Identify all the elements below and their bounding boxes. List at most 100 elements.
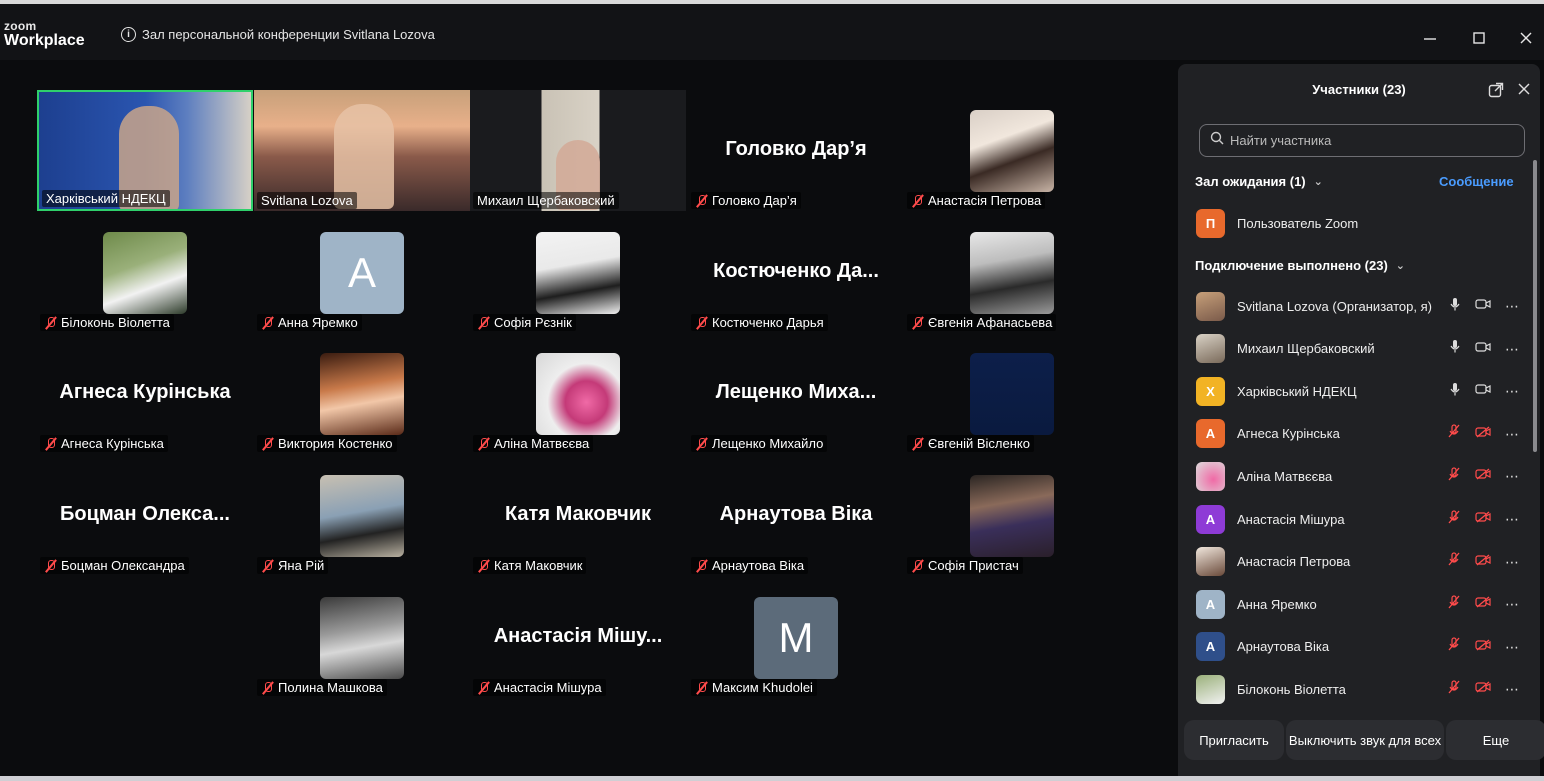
participant-tile[interactable]: Агнеса Курінська Агнеса Курінська: [37, 333, 253, 454]
name-tag: Катя Маковчик: [473, 557, 587, 574]
more-options-icon[interactable]: ⋯: [1505, 597, 1520, 611]
microphone-muted-icon[interactable]: [1447, 424, 1461, 443]
more-options-icon[interactable]: ⋯: [1505, 342, 1520, 356]
participant-tile[interactable]: Полина Машкова: [254, 577, 470, 698]
participant-tile[interactable]: Євгенія Афанасьева: [904, 212, 1120, 333]
participant-tile[interactable]: Софія Пристач: [904, 455, 1120, 576]
camera-off-icon[interactable]: [1475, 510, 1491, 528]
panel-close-icon[interactable]: [1516, 82, 1532, 98]
participant-tile[interactable]: Головко Дар’я Головко Дар’я: [688, 90, 904, 211]
camera-off-icon[interactable]: [1475, 425, 1491, 443]
camera-icon[interactable]: [1475, 340, 1491, 358]
participant-name: Катя Маковчик: [494, 558, 583, 573]
participant-row[interactable]: Михаил Щербаковский ⋯: [1196, 329, 1526, 369]
chevron-down-icon: ⌄: [1395, 260, 1406, 272]
waiting-user-row[interactable]: П Пользователь Zoom: [1196, 203, 1526, 243]
participant-tile[interactable]: Анастасія Петрова: [904, 90, 1120, 211]
connected-header[interactable]: Подключение выполнено (23) ⌄: [1195, 258, 1405, 273]
participant-controls: ⋯: [1447, 595, 1520, 614]
microphone-muted-icon[interactable]: [1447, 509, 1461, 529]
microphone-muted-icon[interactable]: [1447, 595, 1461, 614]
mic-muted-icon: [261, 681, 275, 695]
more-options-icon[interactable]: ⋯: [1505, 469, 1520, 483]
camera-off-icon[interactable]: [1475, 638, 1491, 656]
participant-row[interactable]: Svitlana Lozova (Организатор, я) ⋯: [1196, 286, 1526, 326]
participant-tile[interactable]: Катя Маковчик Катя Маковчик: [470, 455, 686, 576]
pop-out-icon[interactable]: [1488, 82, 1504, 98]
microphone-icon[interactable]: [1449, 382, 1461, 401]
participant-name: Агнеса Курінська: [61, 436, 164, 451]
participant-tile[interactable]: Svitlana Lozova: [254, 90, 470, 211]
name-tag: Білоконь Віолетта: [40, 314, 174, 331]
search-icon: [1210, 131, 1224, 150]
microphone-icon[interactable]: [1449, 339, 1461, 358]
mute-all-button[interactable]: Выключить звук для всех: [1286, 720, 1444, 760]
waiting-room-header[interactable]: Зал ожидания (1) ⌄: [1195, 174, 1323, 189]
participant-tile[interactable]: Костюченко Да... Костюченко Дарья: [688, 212, 904, 333]
info-icon[interactable]: i: [121, 27, 136, 42]
more-button[interactable]: Еще: [1446, 720, 1544, 760]
participant-name: Євгенія Афанасьева: [928, 315, 1053, 330]
participant-tile[interactable]: M Максим Khudolei: [688, 577, 904, 698]
meeting-info[interactable]: i Зал персональной конференции Svitlana …: [121, 27, 435, 42]
participant-tile[interactable]: Лещенко Миха... Лещенко Михайло: [688, 333, 904, 454]
name-tag: Софія Рєзнік: [473, 314, 576, 331]
panel-scrollbar[interactable]: [1533, 160, 1537, 452]
name-tag: Виктория Костенко: [257, 435, 397, 452]
microphone-muted-icon[interactable]: [1447, 680, 1461, 699]
more-options-icon[interactable]: ⋯: [1505, 682, 1520, 696]
minimize-icon[interactable]: [1420, 28, 1440, 48]
name-tag: Лещенко Михайло: [691, 435, 828, 452]
more-options-icon[interactable]: ⋯: [1505, 299, 1520, 313]
mic-muted-icon: [44, 559, 58, 573]
microphone-muted-icon[interactable]: [1447, 552, 1461, 571]
microphone-muted-icon[interactable]: [1447, 637, 1461, 656]
more-options-icon[interactable]: ⋯: [1505, 427, 1520, 441]
more-options-icon[interactable]: ⋯: [1505, 512, 1520, 526]
camera-off-icon[interactable]: [1475, 680, 1491, 698]
maximize-icon[interactable]: [1469, 28, 1489, 48]
participant-search[interactable]: [1199, 124, 1525, 157]
taskbar-strip: [0, 776, 1544, 781]
participant-row[interactable]: Анастасія Петрова ⋯: [1196, 542, 1526, 582]
participant-tile[interactable]: Софія Рєзнік: [470, 212, 686, 333]
message-link[interactable]: Сообщение: [1439, 174, 1514, 189]
invite-button[interactable]: Пригласить: [1184, 720, 1284, 760]
participant-name: Білоконь Віолетта: [61, 315, 170, 330]
avatar: [1196, 291, 1225, 321]
participant-tile[interactable]: Яна Рій: [254, 455, 470, 576]
mic-muted-icon: [261, 437, 275, 451]
participant-tile[interactable]: Михаил Щербаковский: [470, 90, 686, 211]
camera-off-icon[interactable]: [1475, 467, 1491, 485]
search-input[interactable]: [1230, 133, 1520, 148]
participant-row[interactable]: A Агнеса Курінська ⋯: [1196, 414, 1526, 454]
more-options-icon[interactable]: ⋯: [1505, 640, 1520, 654]
participant-row[interactable]: X Харківський НДЕКЦ ⋯: [1196, 371, 1526, 411]
close-icon[interactable]: [1516, 28, 1536, 48]
camera-icon[interactable]: [1475, 382, 1491, 400]
participant-tile[interactable]: Євгеній Вісленко: [904, 333, 1120, 454]
microphone-muted-icon[interactable]: [1447, 467, 1461, 486]
camera-off-icon[interactable]: [1475, 595, 1491, 613]
participant-row[interactable]: Аліна Матвєєва ⋯: [1196, 456, 1526, 496]
participant-tile[interactable]: Білоконь Віолетта: [37, 212, 253, 333]
more-options-icon[interactable]: ⋯: [1505, 384, 1520, 398]
camera-off-icon[interactable]: [1475, 553, 1491, 571]
participant-row[interactable]: A Арнаутова Віка ⋯: [1196, 627, 1526, 667]
participant-tile[interactable]: Боцман Олекса... Боцман Олександра: [37, 455, 253, 576]
participant-name: Аліна Матвєєва: [1237, 468, 1333, 484]
microphone-icon[interactable]: [1449, 297, 1461, 316]
participant-row[interactable]: A Анна Яремко ⋯: [1196, 584, 1526, 624]
more-options-icon[interactable]: ⋯: [1505, 555, 1520, 569]
participant-row[interactable]: Білоконь Віолетта ⋯: [1196, 669, 1526, 709]
avatar: [1196, 461, 1225, 491]
participant-tile[interactable]: Анастасія Мішу... Анастасія Мішура: [470, 577, 686, 698]
participant-tile[interactable]: Виктория Костенко: [254, 333, 470, 454]
participant-tile[interactable]: Аліна Матвєєва: [470, 333, 686, 454]
camera-icon[interactable]: [1475, 297, 1491, 315]
participant-tile[interactable]: Харківський НДЕКЦ: [37, 90, 253, 211]
participant-name: Євгеній Вісленко: [928, 436, 1030, 451]
participant-row[interactable]: A Анастасія Мішура ⋯: [1196, 499, 1526, 539]
participant-tile[interactable]: Арнаутова Віка Арнаутова Віка: [688, 455, 904, 576]
participant-tile[interactable]: A Анна Яремко: [254, 212, 470, 333]
